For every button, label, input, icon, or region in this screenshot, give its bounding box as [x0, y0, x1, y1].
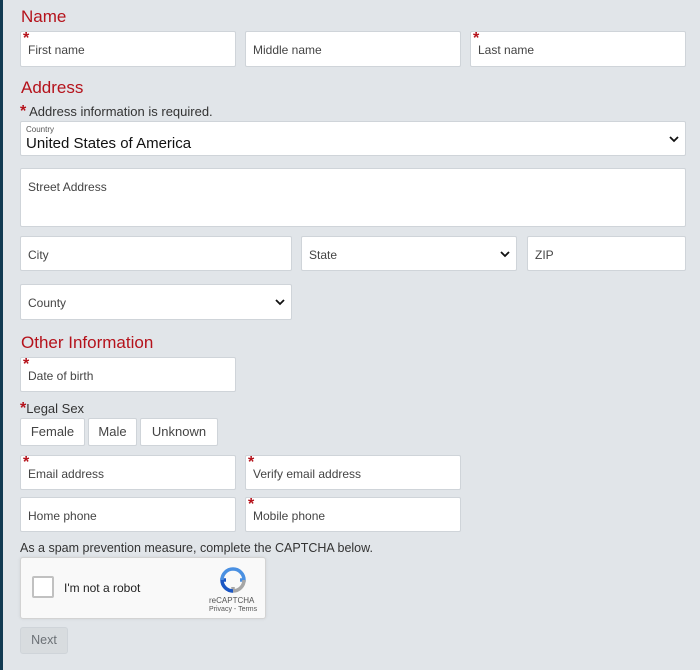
city-field[interactable]: City — [20, 236, 292, 271]
recaptcha-terms-link[interactable]: Terms — [238, 606, 257, 613]
sex-option-female[interactable]: Female — [20, 418, 85, 446]
last-name-placeholder: Last name — [478, 43, 535, 57]
country-label: Country — [26, 125, 55, 134]
last-name-field[interactable]: * Last name — [470, 31, 686, 67]
address-required-text: Address information is required. — [29, 104, 213, 119]
state-placeholder: State — [309, 248, 338, 262]
section-title-address: Address — [21, 78, 84, 97]
legal-sex-text: Legal Sex — [26, 401, 85, 416]
city-placeholder: City — [28, 248, 49, 262]
section-title-name: Name — [21, 7, 67, 26]
verify-email-placeholder: Verify email address — [253, 467, 362, 481]
country-value: United States of America — [26, 135, 192, 152]
recaptcha-separator: - — [233, 606, 237, 613]
required-marker: * — [20, 103, 27, 120]
county-select[interactable]: County — [20, 284, 292, 320]
recaptcha-logo-icon — [220, 567, 246, 593]
street-address-field[interactable]: Street Address — [20, 168, 686, 227]
home-phone-field[interactable]: Home phone — [20, 497, 236, 532]
captcha-instruction: As a spam prevention measure, complete t… — [20, 541, 373, 555]
section-title-other: Other Information — [21, 333, 154, 352]
sex-option-male[interactable]: Male — [88, 418, 137, 446]
middle-name-field[interactable]: Middle name — [245, 31, 461, 67]
chevron-down-icon — [500, 250, 510, 257]
chevron-down-icon — [275, 299, 285, 306]
street-address-placeholder: Street Address — [28, 180, 107, 194]
left-accent-bar — [0, 0, 3, 670]
legal-sex-label: *Legal Sex — [20, 400, 84, 418]
middle-name-placeholder: Middle name — [253, 43, 322, 57]
date-of-birth-field[interactable]: * Date of birth — [20, 357, 236, 392]
recaptcha-brand: reCAPTCHA — [209, 596, 255, 605]
recaptcha-links: Privacy - Terms — [209, 606, 257, 613]
recaptcha-checkbox[interactable] — [32, 576, 54, 598]
recaptcha-privacy-link[interactable]: Privacy — [209, 606, 232, 613]
address-required-note: * Address information is required. — [20, 103, 213, 121]
email-field[interactable]: * Email address — [20, 455, 236, 490]
home-phone-placeholder: Home phone — [28, 509, 97, 523]
state-select[interactable]: State — [301, 236, 517, 271]
sex-option-unknown[interactable]: Unknown — [140, 418, 218, 446]
verify-email-field[interactable]: * Verify email address — [245, 455, 461, 490]
country-select[interactable]: Country United States of America — [20, 121, 686, 156]
next-button[interactable]: Next — [20, 627, 68, 654]
recaptcha-widget: I'm not a robot reCAPTCHA Privacy - Term… — [20, 557, 266, 619]
first-name-field[interactable]: * First name — [20, 31, 236, 67]
zip-field[interactable]: ZIP — [527, 236, 686, 271]
chevron-down-icon — [669, 135, 679, 142]
date-of-birth-placeholder: Date of birth — [28, 369, 94, 383]
recaptcha-label: I'm not a robot — [64, 581, 141, 595]
mobile-phone-field[interactable]: * Mobile phone — [245, 497, 461, 532]
email-placeholder: Email address — [28, 467, 105, 481]
county-placeholder: County — [28, 296, 67, 310]
mobile-phone-placeholder: Mobile phone — [253, 509, 326, 523]
zip-placeholder: ZIP — [535, 248, 554, 262]
first-name-placeholder: First name — [28, 43, 85, 57]
